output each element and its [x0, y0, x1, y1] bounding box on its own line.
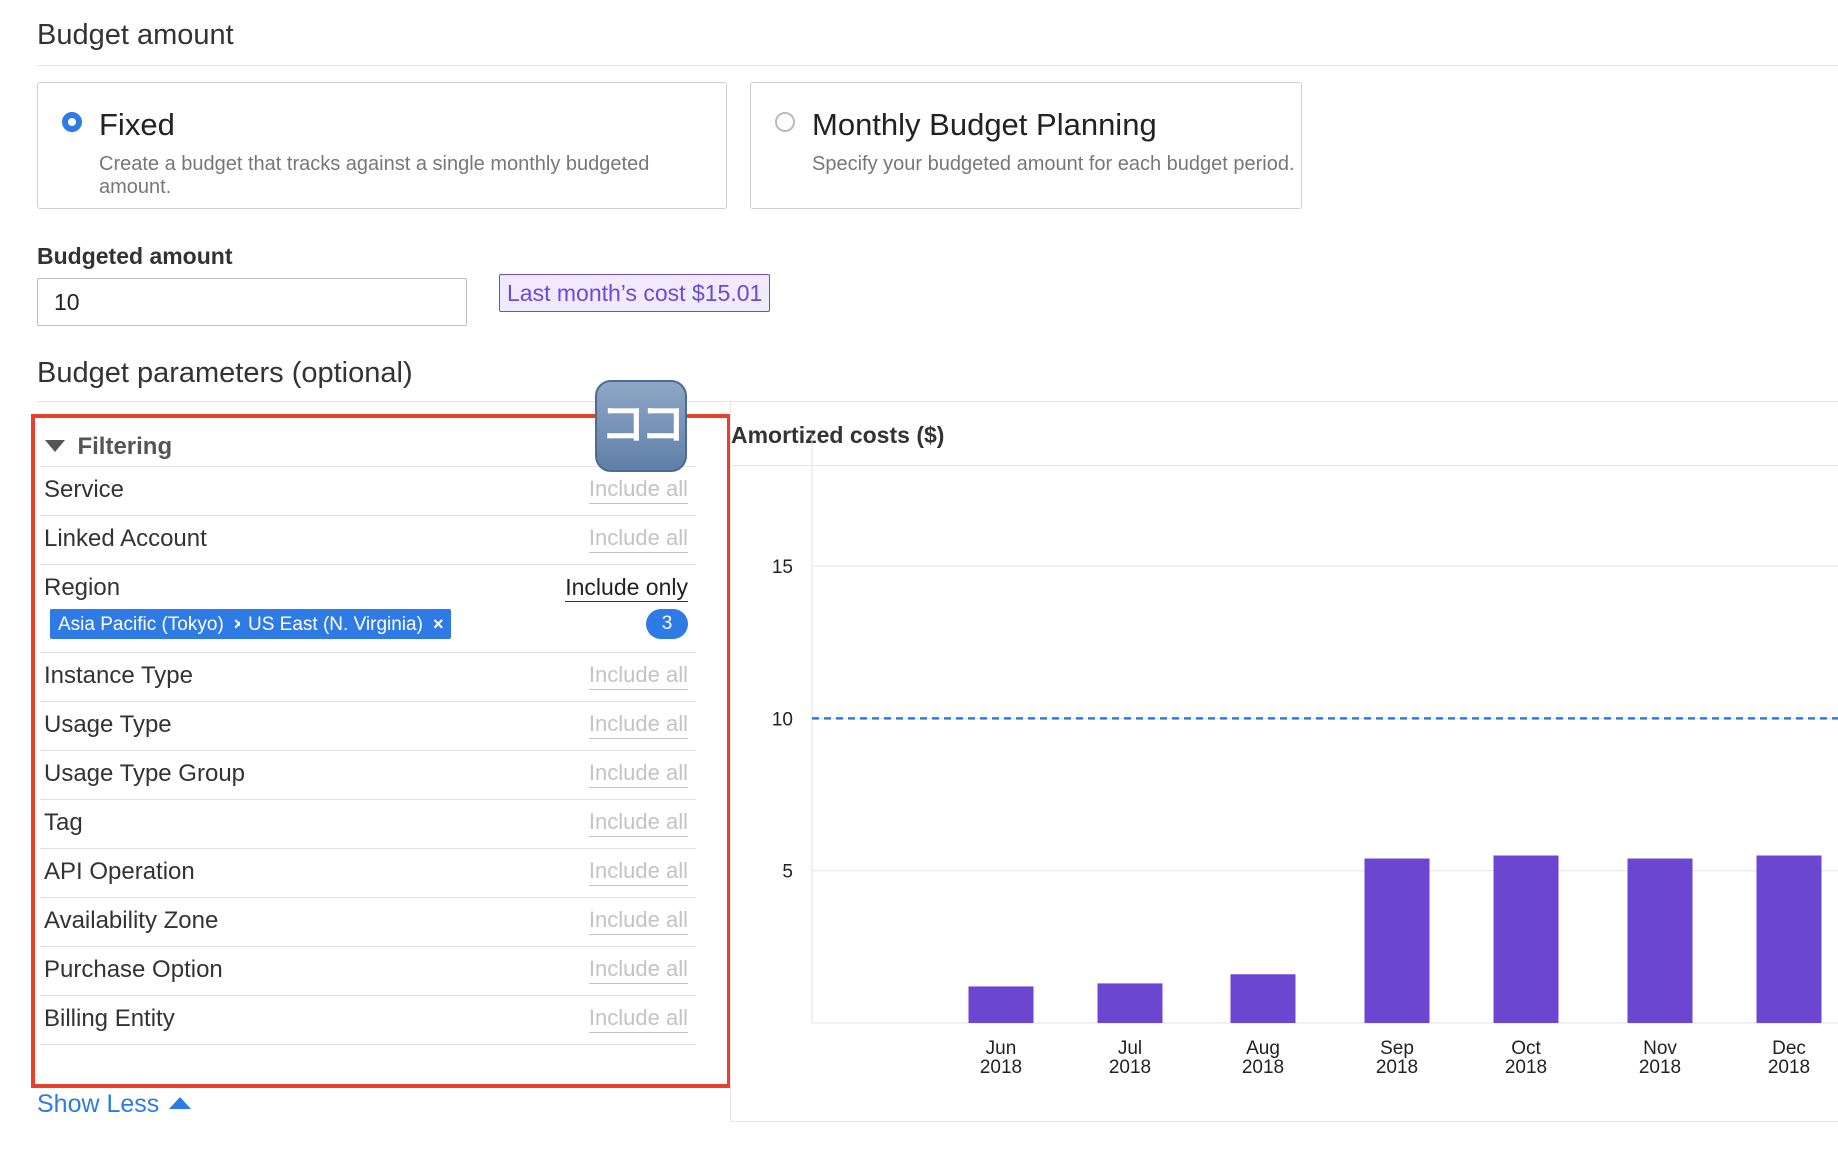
x-tick-label-year: 2018: [1109, 1057, 1151, 1078]
x-tick-label-year: 2018: [1768, 1057, 1810, 1078]
bar: [1230, 974, 1296, 1023]
filter-mode-dropdown[interactable]: Include all: [588, 956, 688, 984]
budgeted-amount-input[interactable]: 10: [37, 278, 467, 326]
filter-name: Usage Type Group: [44, 760, 246, 787]
filter-row-tag[interactable]: Tag Include all: [40, 800, 696, 849]
filter-name: Availability Zone: [44, 907, 219, 934]
filter-mode-dropdown[interactable]: Include only: [565, 574, 688, 602]
chart-svg: 51015Jun2018Jul2018Aug2018Sep2018Oct2018…: [772, 434, 1838, 1078]
filter-row-billing-entity[interactable]: Billing Entity Include all: [40, 996, 696, 1045]
divider: [37, 65, 1838, 66]
filter-row-api-operation[interactable]: API Operation Include all: [40, 849, 696, 898]
filter-name: Tag: [44, 809, 83, 836]
bar: [1627, 858, 1693, 1023]
filter-mode-dropdown[interactable]: Include all: [588, 711, 688, 739]
filter-row-service[interactable]: Service Include all: [40, 467, 696, 516]
x-tick-label-month: Nov: [1643, 1038, 1677, 1059]
x-tick-label-year: 2018: [1242, 1057, 1284, 1078]
filter-name: Service: [44, 476, 125, 503]
x-tick-label-year: 2018: [1505, 1057, 1547, 1078]
fixed-option-card[interactable]: Fixed Create a budget that tracks agains…: [37, 82, 727, 209]
filter-row-linked-account[interactable]: Linked Account Include all: [40, 516, 696, 565]
last-month-cost-badge: Last month’s cost $15.01: [499, 274, 771, 312]
bar: [1756, 855, 1822, 1023]
filter-mode-dropdown[interactable]: Include all: [588, 476, 688, 504]
remove-chip-icon[interactable]: ×: [433, 614, 444, 634]
x-tick-label-year: 2018: [1376, 1057, 1418, 1078]
filter-mode-dropdown[interactable]: Include all: [588, 858, 688, 886]
caret-up-icon: [169, 1097, 192, 1109]
filter-row-usage-type[interactable]: Usage Type Include all: [40, 702, 696, 751]
x-tick-label-month: Jun: [986, 1038, 1017, 1059]
region-chip: Asia Pacific (Tokyo)×: [50, 609, 253, 639]
x-tick-label-month: Oct: [1511, 1038, 1541, 1059]
filtering-title: Filtering: [77, 433, 173, 460]
filter-row-usage-type-group[interactable]: Usage Type Group Include all: [40, 751, 696, 800]
filter-row-region[interactable]: RegionInclude onlyAsia Pacific (Tokyo)×U…: [40, 565, 696, 653]
bar: [1364, 858, 1430, 1023]
x-tick-label-month: Dec: [1772, 1038, 1806, 1059]
filter-row-availability-zone[interactable]: Availability Zone Include all: [40, 898, 696, 947]
x-tick-label-year: 2018: [980, 1057, 1022, 1078]
fixed-radio[interactable]: [62, 112, 82, 132]
x-tick-label-month: Jul: [1118, 1038, 1142, 1059]
filter-mode-dropdown[interactable]: Include all: [588, 809, 688, 837]
filter-name: Usage Type: [44, 711, 172, 738]
filter-name: Instance Type: [44, 662, 193, 689]
monthly-planning-radio[interactable]: [775, 112, 795, 132]
region-chip-label: US East (N. Virginia): [248, 614, 423, 635]
filter-name: Linked Account: [44, 525, 207, 552]
show-less-link[interactable]: Show Less: [37, 1090, 192, 1119]
y-tick-label: 15: [772, 557, 793, 578]
monthly-planning-option-description: Specify your budgeted amount for each bu…: [812, 153, 1295, 175]
budgeted-amount-label: Budgeted amount: [37, 243, 233, 269]
bar: [1097, 983, 1163, 1023]
filter-mode-dropdown[interactable]: Include all: [588, 662, 688, 690]
y-tick-label: 10: [772, 709, 793, 730]
filter-mode-dropdown[interactable]: Include all: [588, 525, 688, 553]
filter-row-instance-type[interactable]: Instance Type Include all: [40, 653, 696, 702]
koko-icon: ココ: [595, 380, 687, 472]
filter-mode-dropdown[interactable]: Include all: [588, 1005, 688, 1033]
filter-mode-dropdown[interactable]: Include all: [588, 907, 688, 935]
budget-parameters-heading: Budget parameters (optional): [37, 357, 413, 389]
show-less-label: Show Less: [37, 1090, 160, 1118]
monthly-planning-option-title: Monthly Budget Planning: [812, 107, 1157, 142]
x-tick-label-month: Sep: [1380, 1038, 1414, 1059]
x-tick-label-year: 2018: [1639, 1057, 1681, 1078]
fixed-option-description: Create a budget that tracks against a si…: [99, 153, 650, 198]
filter-name: Region: [44, 574, 121, 601]
x-tick-label-month: Aug: [1246, 1038, 1280, 1059]
filter-name: Billing Entity: [44, 1005, 175, 1032]
filter-name: API Operation: [44, 858, 195, 885]
filter-row-purchase-option[interactable]: Purchase Option Include all: [40, 947, 696, 996]
region-chip-label: Asia Pacific (Tokyo): [58, 614, 224, 635]
filtering-toggle[interactable]: Filtering: [45, 430, 172, 464]
filter-mode-dropdown[interactable]: Include all: [588, 760, 688, 788]
y-tick-label: 5: [782, 862, 793, 883]
filter-name: Purchase Option: [44, 956, 223, 983]
fixed-option-title: Fixed: [99, 107, 175, 142]
budget-amount-heading: Budget amount: [37, 19, 234, 51]
region-chip: US East (N. Virginia) ×: [240, 609, 452, 639]
monthly-planning-option-card[interactable]: Monthly Budget Planning Specify your bud…: [750, 82, 1302, 209]
region-count-badge: 3: [646, 609, 688, 639]
bar: [1493, 855, 1559, 1023]
caret-down-icon: [45, 440, 65, 452]
bar: [968, 986, 1034, 1023]
amortized-costs-chart: Amortized costs ($) 5 10 15 Jun 2018 Jul 2018 A…: [730, 401, 1838, 1122]
